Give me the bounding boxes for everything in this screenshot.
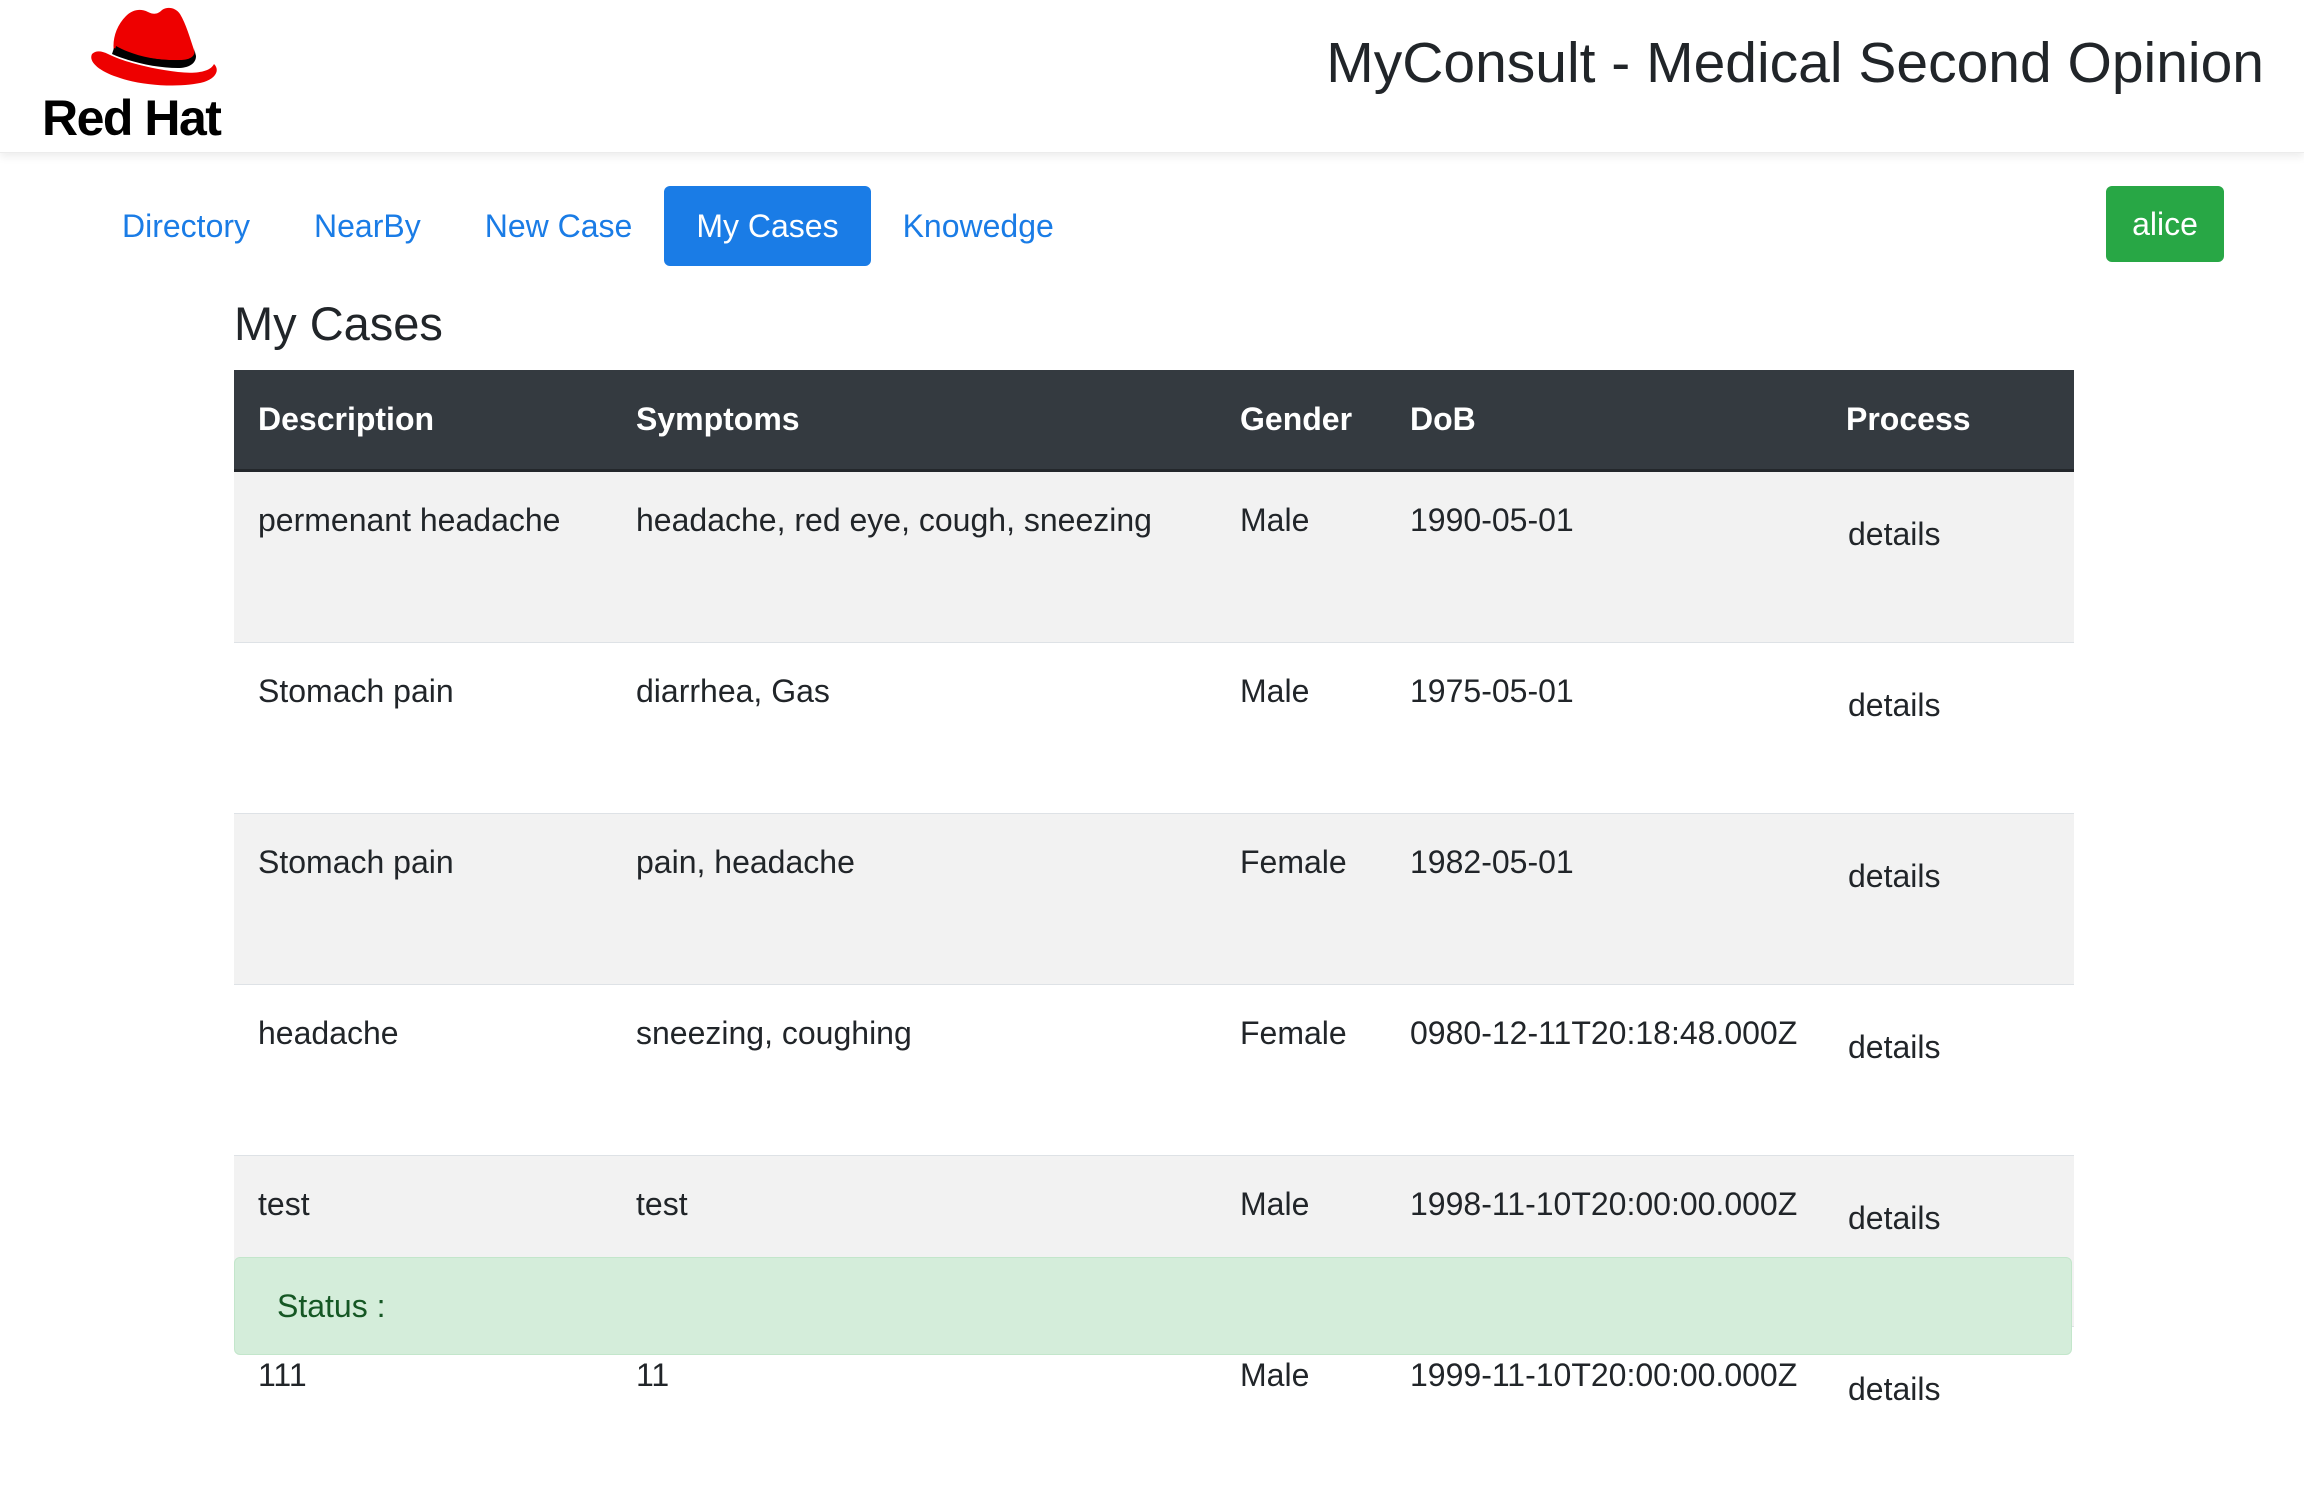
nav-my-cases[interactable]: My Cases (664, 186, 871, 266)
details-button[interactable]: details (1848, 1029, 1941, 1065)
cell-dob: 0980-12-11T20:18:48.000Z (1386, 983, 1822, 1155)
details-button[interactable]: details (1848, 687, 1941, 723)
cell-gender: Female (1216, 983, 1386, 1155)
user-button[interactable]: alice (2106, 186, 2224, 262)
nav-knowledge[interactable]: Knowedge (871, 186, 1086, 266)
details-button[interactable]: details (1848, 858, 1941, 894)
table-row: Stomach pain pain, headache Female 1982-… (234, 812, 2074, 984)
table-header-row: Description Symptoms Gender DoB Process (234, 370, 2074, 472)
cell-description: headache (234, 983, 612, 1155)
table-row: Stomach pain diarrhea, Gas Male 1975-05-… (234, 641, 2074, 813)
column-header-gender: Gender (1216, 370, 1386, 472)
page-title: My Cases (234, 297, 443, 350)
cell-description: Stomach pain (234, 641, 612, 813)
nav-new-case[interactable]: New Case (453, 186, 665, 266)
nav-nearby[interactable]: NearBy (282, 186, 453, 266)
details-button[interactable]: details (1848, 516, 1941, 552)
details-button[interactable]: details (1848, 1371, 1941, 1407)
cell-dob: 1990-05-01 (1386, 469, 1822, 642)
column-header-description: Description (234, 370, 612, 472)
cell-symptoms: sneezing, coughing (612, 983, 1216, 1155)
cell-description: permenant headache (234, 469, 612, 642)
nav-directory[interactable]: Directory (90, 186, 282, 266)
cell-process: details (1822, 641, 2074, 813)
logo-wordmark: Red Hat (42, 90, 222, 146)
top-header: Red Hat MyConsult - Medical Second Opini… (0, 0, 2304, 153)
cell-process: details (1822, 469, 2074, 642)
cell-dob: 1975-05-01 (1386, 641, 1822, 813)
column-header-process: Process (1822, 370, 2074, 472)
table-row: headache sneezing, coughing Female 0980-… (234, 983, 2074, 1155)
status-label: Status : (277, 1287, 386, 1324)
column-header-symptoms: Symptoms (612, 370, 1216, 472)
app-title: MyConsult - Medical Second Opinion (1326, 31, 2264, 95)
cell-process: details (1822, 812, 2074, 984)
cell-process: details (1822, 983, 2074, 1155)
status-alert: Status : (234, 1257, 2072, 1355)
cell-gender: Male (1216, 469, 1386, 642)
cell-symptoms: pain, headache (612, 812, 1216, 984)
details-button[interactable]: details (1848, 1200, 1941, 1236)
main-nav: Directory NearBy New Case My Cases Knowe… (90, 186, 1086, 266)
cell-symptoms: headache, red eye, cough, sneezing (612, 469, 1216, 642)
column-header-dob: DoB (1386, 370, 1822, 472)
cell-gender: Male (1216, 641, 1386, 813)
red-hat-logo[interactable]: Red Hat (40, 6, 250, 146)
cell-description: Stomach pain (234, 812, 612, 984)
cell-gender: Female (1216, 812, 1386, 984)
table-row: permenant headache headache, red eye, co… (234, 469, 2074, 642)
red-hat-fedora-icon (91, 7, 217, 86)
cell-dob: 1982-05-01 (1386, 812, 1822, 984)
cell-symptoms: diarrhea, Gas (612, 641, 1216, 813)
